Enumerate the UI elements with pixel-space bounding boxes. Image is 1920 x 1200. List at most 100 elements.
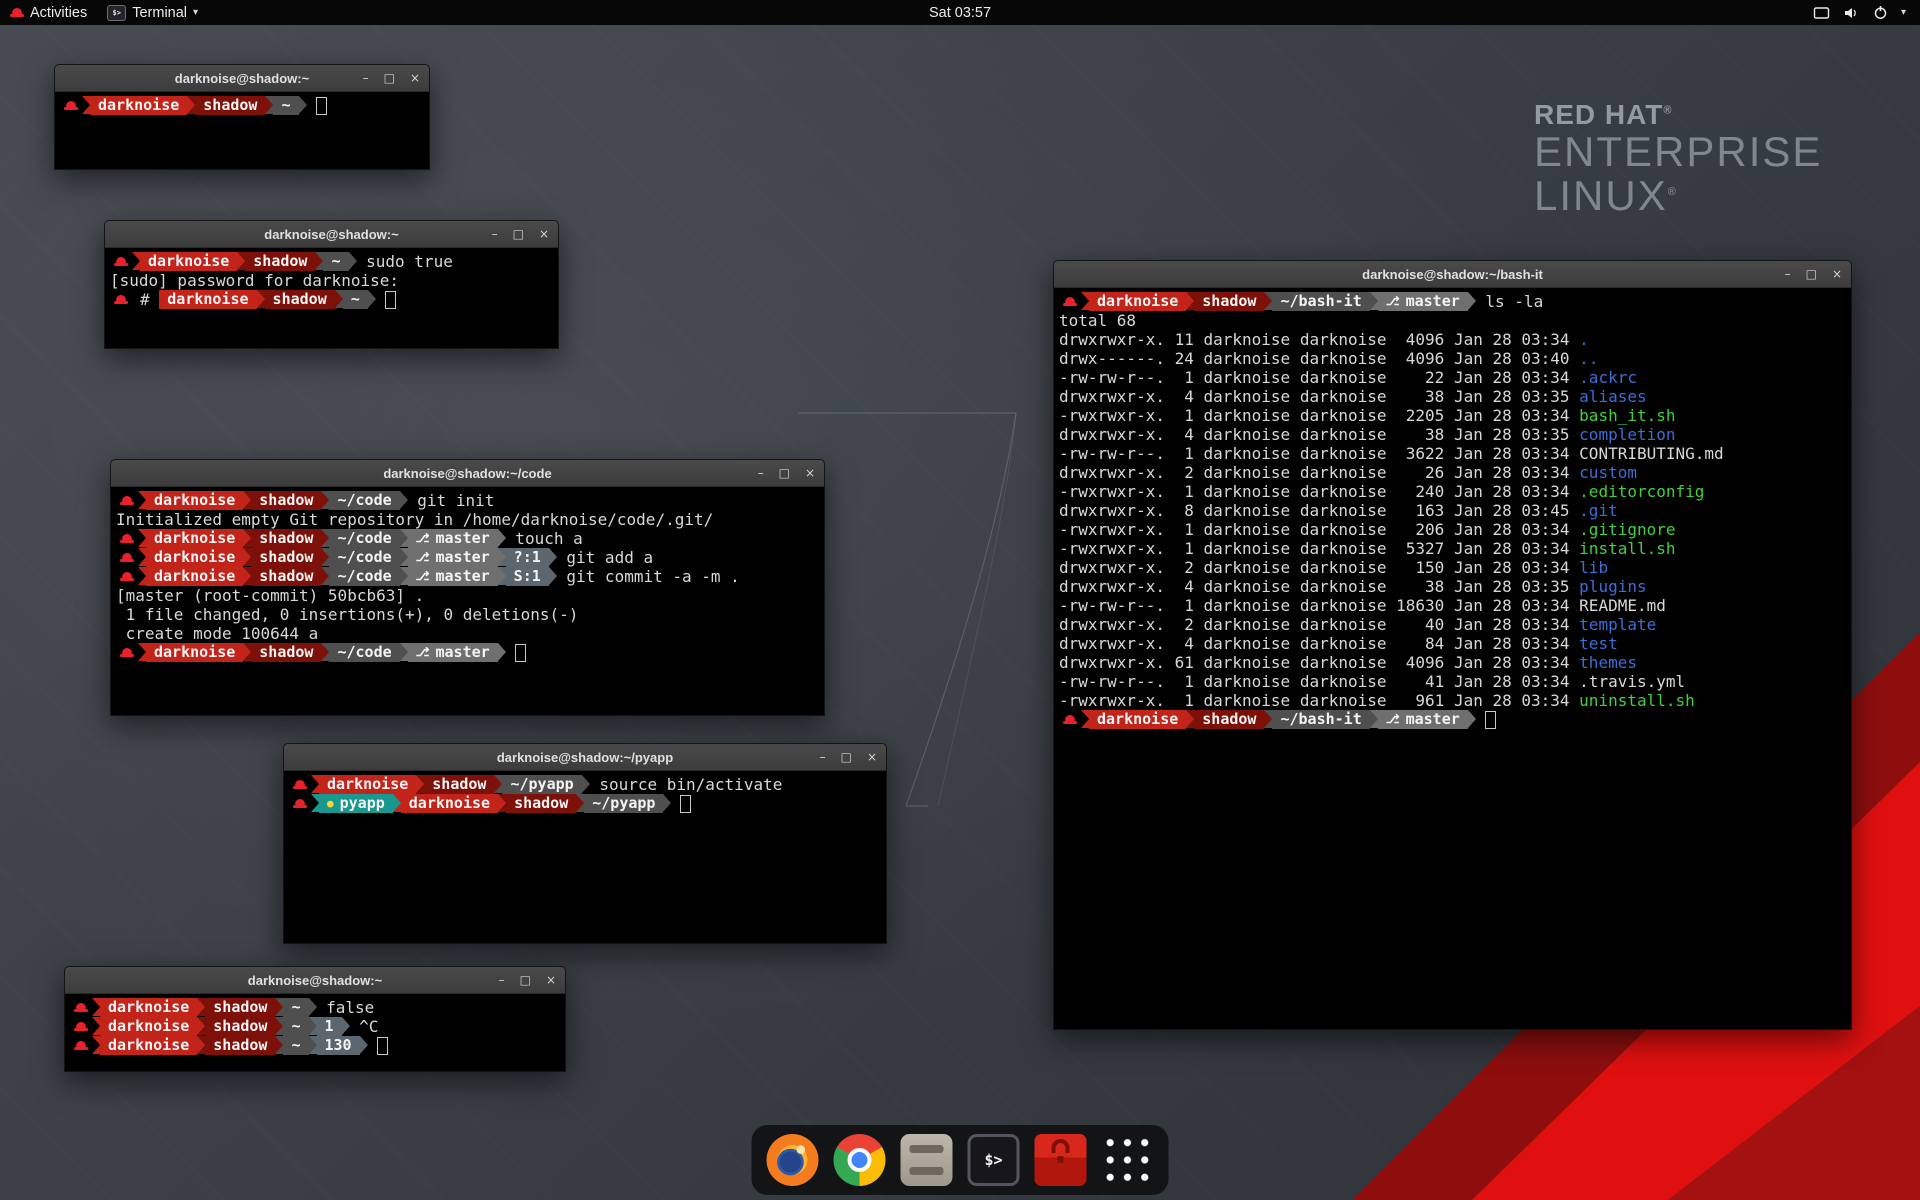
window-titlebar[interactable]: darknoise@shadow:~/pyapp–□× (284, 744, 886, 771)
window-titlebar[interactable]: darknoise@shadow:~ – □ × (105, 221, 558, 248)
maximize-button[interactable]: □ (513, 228, 524, 240)
clock[interactable]: Sat 03:57 (929, 5, 991, 21)
close-button[interactable]: × (1832, 268, 1842, 280)
terminal-window[interactable]: darknoise@shadow:~/pyapp–□×darknoiseshad… (283, 743, 887, 944)
dock-item-toolbox[interactable] (1035, 1134, 1087, 1186)
prompt-segment-user: darknoise (100, 1036, 197, 1055)
prompt-segment-host: shadow (251, 529, 321, 548)
terminal-text: drwxrwxr-x. 4 darknoise darknoise 38 Jan… (1059, 425, 1579, 444)
terminal-line: ●pyappdarknoiseshadow~/pyapp (289, 794, 883, 813)
terminal-line: drwx------. 24 darknoise darknoise 4096 … (1059, 349, 1848, 368)
prompt-segment-hat (289, 794, 311, 813)
terminal-line: drwxrwxr-x. 2 darknoise darknoise 40 Jan… (1059, 615, 1848, 634)
maximize-button[interactable]: □ (841, 751, 852, 763)
window-titlebar[interactable]: darknoise@shadow:~/code–□× (111, 460, 824, 487)
dock-item-chrome[interactable] (834, 1134, 886, 1186)
powerline-arrow (549, 548, 557, 566)
prompt-segment-user: darknoise (90, 96, 187, 115)
prompt-segment-user: darknoise (100, 1017, 197, 1036)
terminal-window[interactable]: darknoise@shadow:~–□×darknoiseshadow~ fa… (64, 966, 566, 1072)
window-titlebar[interactable]: darknoise@shadow:~–□× (65, 967, 565, 994)
terminal-text: . (1579, 330, 1589, 349)
prompt-segment-user: darknoise (1089, 710, 1186, 729)
terminal-line: [sudo] password for darknoise: (110, 271, 555, 290)
close-button[interactable]: × (410, 72, 420, 84)
prompt-segment-host: shadow (1194, 292, 1264, 311)
prompt-segment-hat (60, 96, 82, 115)
window-titlebar[interactable]: darknoise@shadow:~/bash-it–□× (1054, 261, 1851, 288)
dock-item-firefox[interactable] (767, 1134, 819, 1186)
minimize-button[interactable]: – (363, 72, 369, 84)
terminal-screen[interactable]: darknoiseshadow~/pyapp source bin/activa… (284, 771, 886, 947)
python-icon: ● (327, 794, 334, 813)
powerline-arrow (82, 96, 90, 114)
terminal-line: [master (root-commit) 50bcb63] . (116, 586, 821, 605)
close-button[interactable]: × (805, 467, 815, 479)
prompt-segment-user: darknoise (319, 775, 416, 794)
terminal-window[interactable]: darknoise@shadow:~ – □ × darknoiseshadow~ su… (104, 220, 559, 349)
redhat-icon (74, 1003, 88, 1012)
powerline-arrow (498, 794, 506, 812)
maximize-button[interactable]: □ (779, 467, 790, 479)
minimize-button[interactable]: – (492, 228, 498, 240)
terminal-icon: $> (107, 5, 126, 21)
terminal-window[interactable]: darknoise@shadow:~/bash-it–□×darknoisesh… (1053, 260, 1852, 1030)
window-controls: – □ × (363, 65, 420, 91)
dock-item-terminal[interactable]: $> (968, 1134, 1020, 1186)
terminal-text: themes (1579, 653, 1637, 672)
terminal-text: drwxrwxr-x. 61 darknoise darknoise 4096 … (1059, 653, 1579, 672)
maximize-button[interactable]: □ (520, 974, 531, 986)
terminal-window[interactable]: darknoise@shadow:~–□×darknoiseshadow~ (54, 64, 430, 170)
prompt-segment-path: ~/pyapp (584, 794, 663, 813)
window-titlebar[interactable]: darknoise@shadow:~–□× (55, 65, 429, 92)
terminal-screen[interactable]: darknoiseshadow~/bash-it⎇master ls -lato… (1054, 288, 1851, 1033)
window-title: darknoise@shadow:~ (264, 227, 398, 242)
terminal-text: 1 file changed, 0 insertions(+), 0 delet… (116, 605, 578, 624)
terminal-screen[interactable]: darknoiseshadow~ falsedarknoiseshadow~1 … (65, 994, 565, 1075)
powerline-arrow (197, 1017, 205, 1035)
text-cursor (680, 795, 691, 813)
dock-item-appgrid[interactable] (1102, 1134, 1154, 1186)
terminal-text: git commit -a -m . (557, 567, 740, 586)
terminal-text: -rwxrwxr-x. 1 darknoise darknoise 961 Ja… (1059, 691, 1579, 710)
redhat-icon (74, 1022, 88, 1031)
terminal-window[interactable]: darknoise@shadow:~/code–□×darknoiseshado… (110, 459, 825, 716)
terminal-screen[interactable]: darknoiseshadow~/code git initInitialize… (111, 487, 824, 719)
prompt-segment-path: ~/bash-it (1272, 710, 1369, 729)
close-button[interactable]: × (867, 751, 877, 763)
powerline-arrow (1186, 710, 1194, 728)
maximize-button[interactable]: □ (1806, 268, 1817, 280)
prompt-segment-git: ⎇master (1378, 292, 1468, 311)
terminal-line: darknoiseshadow~/code git init (116, 491, 821, 510)
powerline-arrow (335, 290, 343, 308)
prompt-segment-git: ⎇master (408, 567, 498, 586)
close-button[interactable]: × (546, 974, 556, 986)
activities-button[interactable]: Activities (0, 0, 97, 25)
minimize-button[interactable]: – (758, 467, 764, 479)
minimize-button[interactable]: – (820, 751, 826, 763)
minimize-button[interactable]: – (1785, 268, 1791, 280)
redhat-icon (1063, 297, 1077, 306)
close-button[interactable]: × (539, 228, 549, 240)
maximize-button[interactable]: □ (384, 72, 395, 84)
terminal-screen[interactable]: darknoiseshadow~ sudo true[sudo] passwor… (105, 248, 558, 352)
terminal-line: -rw-rw-r--. 1 darknoise darknoise 22 Jan… (1059, 368, 1848, 387)
redhat-icon (120, 572, 134, 581)
terminal-screen[interactable]: darknoiseshadow~ (55, 92, 429, 173)
dock-item-files[interactable] (901, 1134, 953, 1186)
prompt-segment-path: ~ (283, 1036, 308, 1055)
text-cursor (385, 291, 396, 309)
screen-icon (1813, 6, 1830, 20)
terminal-text: lib (1579, 558, 1608, 577)
powerline-arrow (321, 491, 329, 509)
powerline-arrow (311, 775, 319, 793)
minimize-button[interactable]: – (499, 974, 505, 986)
powerline-arrow (257, 290, 265, 308)
app-menu-terminal[interactable]: $> Terminal ▾ (97, 0, 208, 25)
registered-mark: ® (1663, 105, 1672, 117)
system-status-area[interactable]: ▾ (1799, 0, 1920, 25)
terminal-text: CONTRIBUTING.md (1579, 444, 1724, 463)
branch-icon: ⎇ (416, 529, 430, 548)
terminal-line: darknoiseshadow~/bash-it⎇master ls -la (1059, 292, 1848, 311)
powerline-arrow (311, 794, 319, 812)
